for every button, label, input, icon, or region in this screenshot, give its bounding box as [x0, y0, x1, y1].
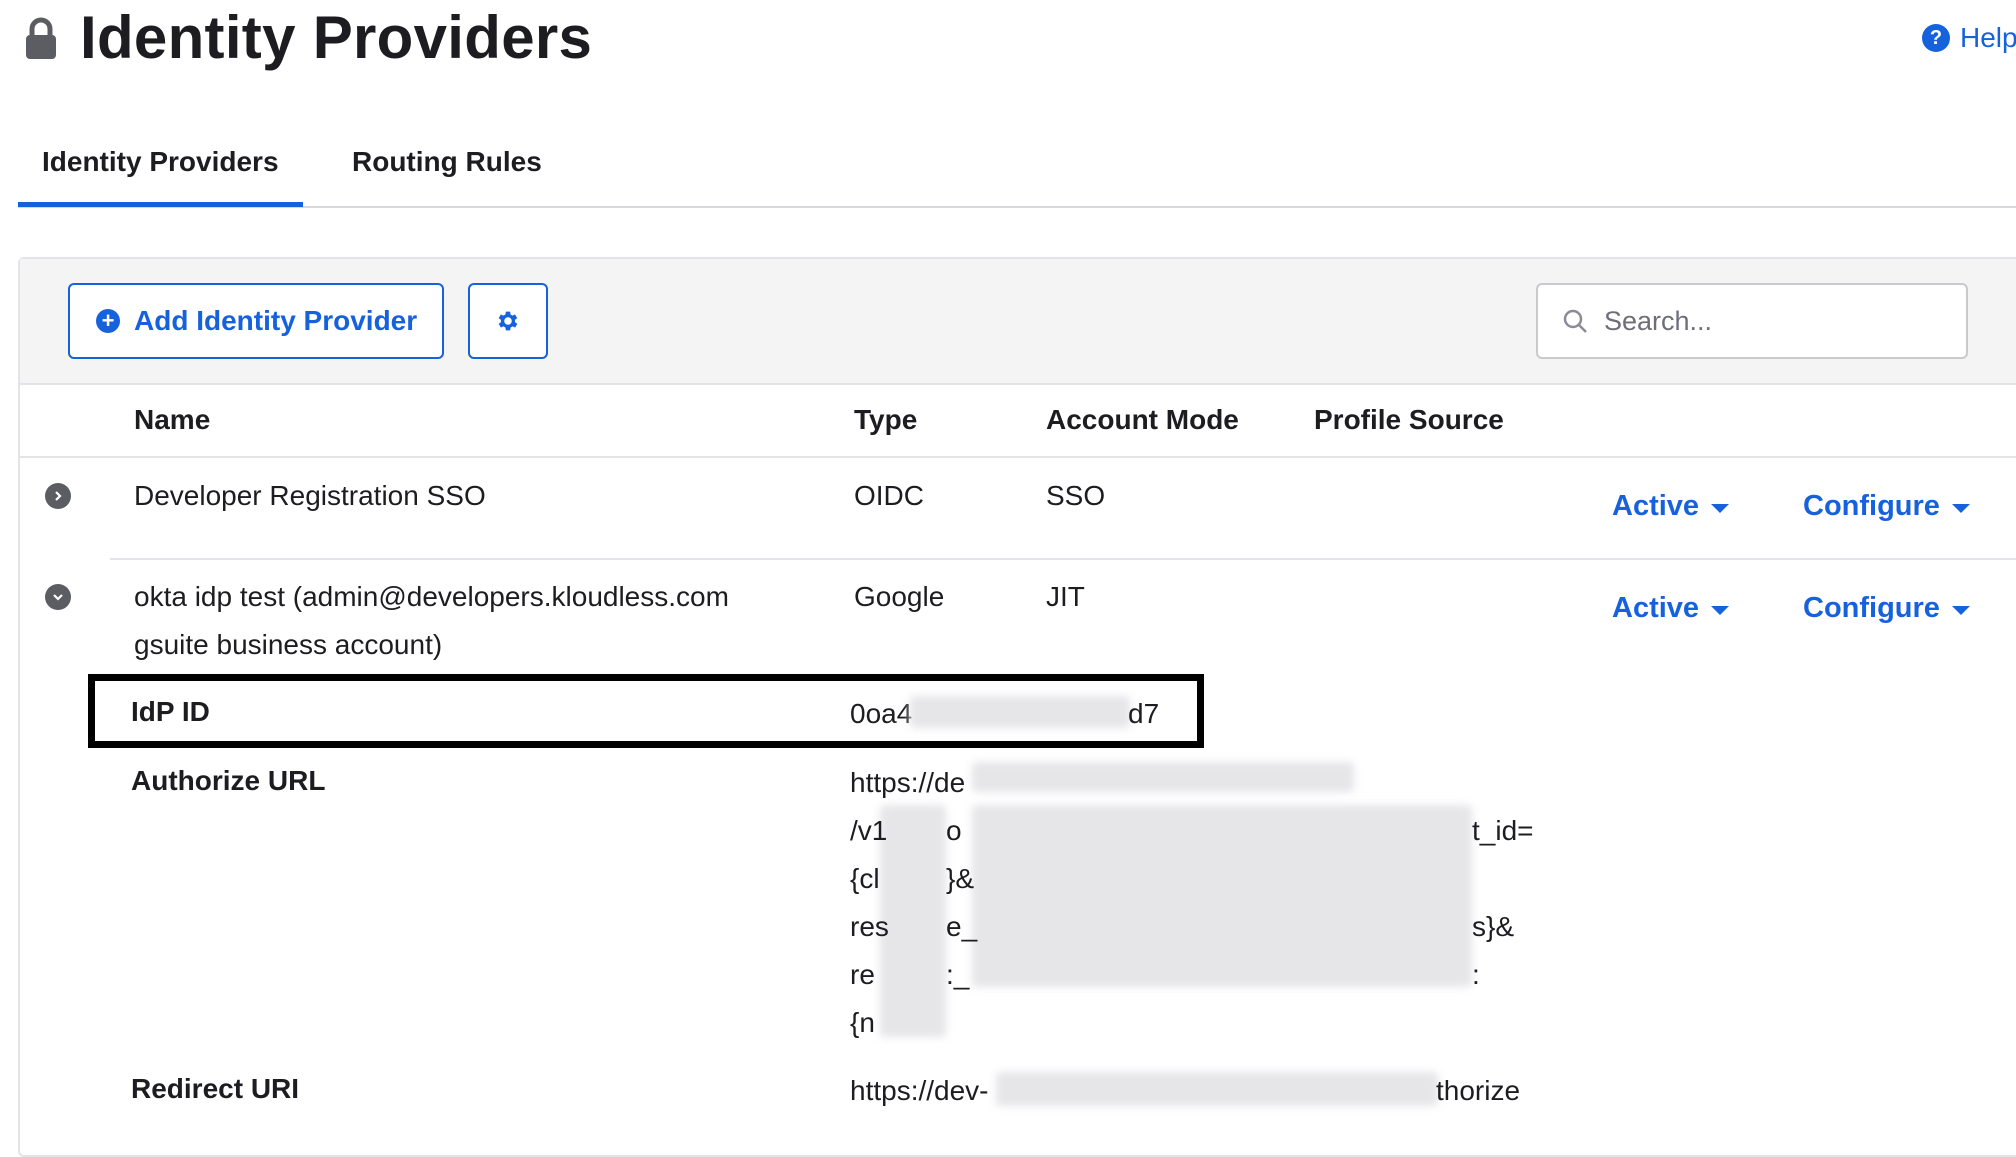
- highlight-box: [88, 674, 1204, 748]
- redacted-blur: [972, 762, 1354, 792]
- row-type: Google: [854, 581, 945, 612]
- status-label: Active: [1612, 592, 1700, 624]
- caret-down-icon: [1951, 504, 1970, 513]
- configure-dropdown[interactable]: Configure: [1803, 490, 1970, 523]
- help-icon: ?: [1922, 24, 1950, 52]
- search-input[interactable]: [1602, 304, 1946, 338]
- plus-circle-icon: +: [96, 309, 120, 333]
- column-header-type[interactable]: Type: [854, 404, 917, 436]
- chevron-right-icon: [55, 491, 62, 501]
- configure-label: Configure: [1803, 490, 1940, 522]
- authorize-url-fragment: }&: [946, 863, 975, 894]
- active-tab-indicator: [18, 202, 303, 207]
- header-divider: [20, 456, 2016, 458]
- row-name-line-1: okta idp test (admin@developers.kloudles…: [134, 581, 729, 612]
- status-dropdown[interactable]: Active: [1612, 490, 1730, 523]
- redirect-uri-prefix: https://dev-: [850, 1075, 989, 1106]
- redacted-blur: [996, 1072, 1438, 1106]
- authorize-url-fragment: s}&: [1472, 911, 1515, 942]
- authorize-url-line: https://de: [850, 767, 966, 798]
- redirect-uri-label: Redirect URI: [131, 1073, 300, 1104]
- search-box[interactable]: [1536, 283, 1968, 359]
- authorize-url-fragment: t_id=: [1472, 815, 1534, 846]
- gear-icon: [498, 311, 518, 331]
- column-header-name[interactable]: Name: [134, 404, 210, 436]
- tabs-divider: [18, 206, 2016, 208]
- page-title: Identity Providers: [80, 4, 593, 71]
- authorize-url-line: re: [850, 959, 875, 990]
- row-name-line-2: gsuite business account): [134, 629, 443, 660]
- row-name: Developer Registration SSO: [134, 480, 486, 511]
- redacted-blur: [972, 805, 1472, 987]
- authorize-url-line: /v1: [850, 815, 888, 846]
- chevron-down-icon: [53, 594, 63, 601]
- authorize-url-fragment: :: [1472, 959, 1480, 990]
- caret-down-icon: [1711, 606, 1730, 615]
- authorize-url-line: {cl: [850, 863, 880, 894]
- add-identity-provider-button[interactable]: + Add Identity Provider: [68, 283, 444, 359]
- status-dropdown[interactable]: Active: [1612, 592, 1730, 625]
- search-icon: [1563, 309, 1587, 333]
- tab-identity-providers[interactable]: Identity Providers: [42, 146, 279, 178]
- expand-row-toggle[interactable]: [45, 483, 71, 509]
- help-link[interactable]: ? Help: [1922, 22, 2016, 54]
- column-header-account-mode[interactable]: Account Mode: [1046, 404, 1239, 436]
- redirect-uri-suffix: thorize: [1436, 1075, 1521, 1106]
- add-identity-provider-label: Add Identity Provider: [134, 305, 418, 336]
- collapse-row-toggle[interactable]: [45, 584, 71, 610]
- status-label: Active: [1612, 490, 1700, 522]
- column-header-profile-source[interactable]: Profile Source: [1314, 404, 1504, 436]
- authorize-url-fragment: :_: [946, 959, 970, 990]
- row-account-mode: JIT: [1046, 581, 1085, 612]
- authorize-url-label: Authorize URL: [131, 765, 326, 796]
- lock-icon: [26, 17, 56, 59]
- help-label: Help: [1960, 22, 2016, 53]
- caret-down-icon: [1711, 504, 1730, 513]
- settings-button[interactable]: [468, 283, 548, 359]
- configure-dropdown[interactable]: Configure: [1803, 592, 1970, 625]
- caret-down-icon: [1951, 606, 1970, 615]
- configure-label: Configure: [1803, 592, 1940, 624]
- authorize-url-fragment: e_: [946, 911, 978, 942]
- row-type: OIDC: [854, 480, 924, 511]
- tab-routing-rules[interactable]: Routing Rules: [352, 146, 542, 178]
- redacted-blur: [880, 805, 946, 1037]
- authorize-url-line: {n: [850, 1007, 875, 1038]
- authorize-url-line: res: [850, 911, 889, 942]
- authorize-url-fragment: o: [946, 815, 962, 846]
- row-divider: [110, 558, 2016, 560]
- row-account-mode: SSO: [1046, 480, 1106, 511]
